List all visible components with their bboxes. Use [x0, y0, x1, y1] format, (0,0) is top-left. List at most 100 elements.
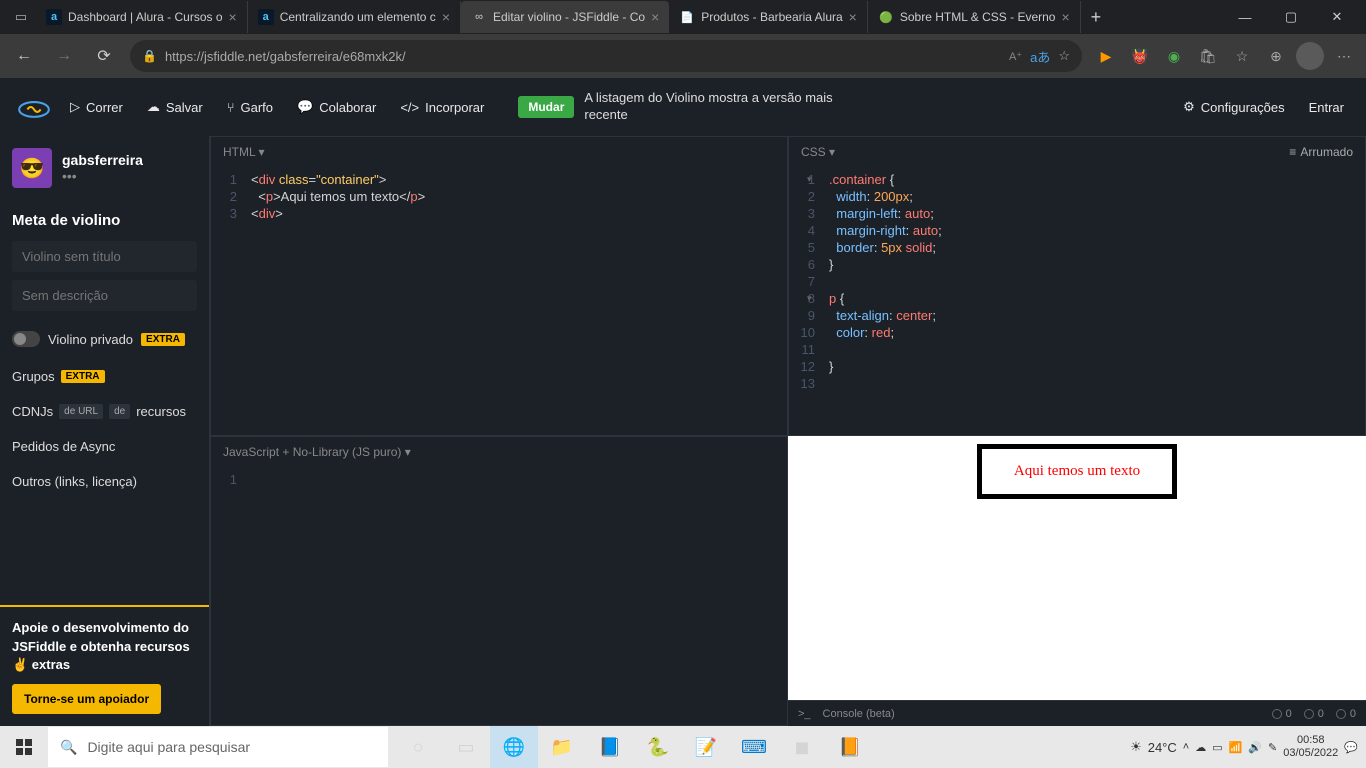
css-editor[interactable]: 1.container {2 width: 200px;3 margin-lef…: [789, 167, 1365, 435]
code-line[interactable]: 8p {: [789, 290, 1365, 307]
minimize-button[interactable]: —: [1222, 1, 1268, 33]
browser-tab[interactable]: 📄Produtos - Barbearia Alura×: [669, 1, 868, 33]
url-input[interactable]: 🔒 https://jsfiddle.net/gabsferreira/e68m…: [130, 40, 1082, 72]
embed-button[interactable]: </>Incorporar: [390, 94, 494, 121]
browser-tab[interactable]: ∞Editar violino - JSFiddle - Co×: [461, 1, 669, 33]
cdnjs-item[interactable]: CDNJs de URL de recursos: [0, 394, 209, 429]
vscode-icon[interactable]: ⌨: [730, 726, 778, 768]
result-iframe[interactable]: Aqui temos um texto: [788, 436, 1366, 700]
chat-icon: 💬: [297, 99, 313, 115]
close-tab-icon[interactable]: ×: [849, 9, 857, 25]
banner-switch-button[interactable]: Mudar: [518, 96, 574, 118]
collaborate-button[interactable]: 💬Colaborar: [287, 93, 386, 121]
css-pane-header[interactable]: CSS ▾ ≡Arrumado: [789, 137, 1365, 167]
pen-icon[interactable]: ✎: [1268, 741, 1277, 754]
settings-button[interactable]: ⚙Configurações: [1173, 93, 1294, 121]
code-line[interactable]: 9 text-align: center;: [789, 307, 1365, 324]
close-tab-icon[interactable]: ×: [1061, 9, 1069, 25]
groups-item[interactable]: Grupos EXTRA: [0, 359, 209, 394]
intellij-icon[interactable]: ◼: [778, 726, 826, 768]
close-tab-icon[interactable]: ×: [651, 9, 659, 25]
sublime-icon[interactable]: 📙: [826, 726, 874, 768]
line-number: 9: [789, 307, 829, 324]
onedrive-icon[interactable]: ☁: [1195, 741, 1206, 754]
others-item[interactable]: Outros (links, licença): [0, 464, 209, 499]
fork-button[interactable]: ⑂Garfo: [217, 94, 283, 121]
taskview-icon[interactable]: ▭: [442, 726, 490, 768]
tidy-button[interactable]: ≡Arrumado: [1289, 145, 1353, 159]
notifications-icon[interactable]: 💬: [1344, 741, 1358, 754]
browser-tab[interactable]: aCentralizando um elemento c×: [248, 1, 461, 33]
code-line[interactable]: 1<div class="container">: [211, 171, 787, 188]
signin-button[interactable]: Entrar: [1299, 93, 1354, 121]
new-tab-button[interactable]: +: [1081, 7, 1112, 28]
weather-widget[interactable]: ☀24°C: [1130, 739, 1177, 755]
html-pane-header[interactable]: HTML ▾: [211, 137, 787, 167]
code-line[interactable]: 13: [789, 375, 1365, 392]
wifi-icon[interactable]: 📶: [1229, 741, 1243, 754]
promo-button[interactable]: Torne-se um apoiador: [12, 684, 161, 714]
ext1-icon[interactable]: ▶: [1090, 40, 1122, 72]
ext3-icon[interactable]: ◉: [1158, 40, 1190, 72]
user-menu-icon[interactable]: •••: [62, 168, 143, 184]
translate-icon[interactable]: aあ: [1030, 47, 1050, 66]
code-line[interactable]: 2 width: 200px;: [789, 188, 1365, 205]
code-line[interactable]: 7: [789, 273, 1365, 290]
code-line[interactable]: 1.container {: [789, 171, 1365, 188]
fiddle-title-input[interactable]: [12, 241, 197, 272]
app3-icon[interactable]: 📝: [682, 726, 730, 768]
refresh-button[interactable]: ⟳: [86, 38, 122, 74]
taskbar-search[interactable]: 🔍 Digite aqui para pesquisar: [48, 727, 388, 767]
favorites-icon[interactable]: ☆: [1226, 40, 1258, 72]
ext2-icon[interactable]: 👹: [1124, 40, 1156, 72]
run-button[interactable]: ▷Correr: [60, 93, 133, 121]
code-line[interactable]: 1: [211, 471, 787, 488]
code-line[interactable]: 10 color: red;: [789, 324, 1365, 341]
menu-icon[interactable]: ⋯: [1328, 40, 1360, 72]
collections-icon[interactable]: ⊕: [1260, 40, 1292, 72]
async-item[interactable]: Pedidos de Async: [0, 429, 209, 464]
code-line[interactable]: 4 margin-right: auto;: [789, 222, 1365, 239]
js-pane-header[interactable]: JavaScript + No-Library (JS puro) ▾: [211, 437, 787, 467]
tray-up-icon[interactable]: ˄: [1183, 741, 1189, 753]
edge-icon[interactable]: 🌐: [490, 726, 538, 768]
fiddle-desc-input[interactable]: [12, 280, 197, 311]
volume-icon[interactable]: 🔊: [1248, 741, 1262, 754]
code-line[interactable]: 3<div>: [211, 205, 787, 222]
start-button[interactable]: [0, 726, 48, 768]
browser-tab[interactable]: aDashboard | Alura - Cursos o×: [36, 1, 248, 33]
ext4-icon[interactable]: 🛍: [1192, 40, 1224, 72]
save-button[interactable]: ☁Salvar: [137, 93, 213, 121]
back-button[interactable]: ←: [6, 38, 42, 74]
js-editor[interactable]: 1: [211, 467, 787, 725]
cortana-icon[interactable]: ○: [394, 726, 442, 768]
code-line[interactable]: 6}: [789, 256, 1365, 273]
close-tab-icon[interactable]: ×: [229, 9, 237, 25]
maximize-button[interactable]: ▢: [1268, 1, 1314, 33]
app1-icon[interactable]: 📘: [586, 726, 634, 768]
close-tab-icon[interactable]: ×: [442, 9, 450, 25]
clock[interactable]: 00:58 03/05/2022: [1283, 734, 1338, 760]
user-box[interactable]: 😎 gabsferreira •••: [0, 136, 209, 200]
reader-icon[interactable]: A⁺: [1009, 50, 1022, 63]
forward-button[interactable]: →: [46, 38, 82, 74]
app2-icon[interactable]: 🐍: [634, 726, 682, 768]
code-line[interactable]: 12}: [789, 358, 1365, 375]
html-editor[interactable]: 1<div class="container">2 <p>Aqui temos …: [211, 167, 787, 435]
close-window-button[interactable]: ✕: [1314, 1, 1360, 33]
profile-avatar[interactable]: [1294, 40, 1326, 72]
meet-icon[interactable]: ▭: [1212, 741, 1222, 754]
jsfiddle-logo[interactable]: [12, 91, 56, 123]
code-line[interactable]: 3 margin-left: auto;: [789, 205, 1365, 222]
console-bar[interactable]: >_ Console (beta) 0 0 0: [788, 700, 1366, 726]
sliders-icon: ⚙: [1183, 99, 1195, 115]
code-line[interactable]: 5 border: 5px solid;: [789, 239, 1365, 256]
explorer-icon[interactable]: 📁: [538, 726, 586, 768]
code-line[interactable]: 2 <p>Aqui temos um texto</p>: [211, 188, 787, 205]
code-line[interactable]: 11: [789, 341, 1365, 358]
line-number: 1: [211, 471, 251, 488]
private-toggle[interactable]: [12, 331, 40, 347]
browser-tab[interactable]: 🟢Sobre HTML & CSS - Everno×: [868, 1, 1081, 33]
tab-overview-icon[interactable]: ▭: [6, 2, 36, 32]
favorite-icon[interactable]: ☆: [1058, 48, 1070, 64]
